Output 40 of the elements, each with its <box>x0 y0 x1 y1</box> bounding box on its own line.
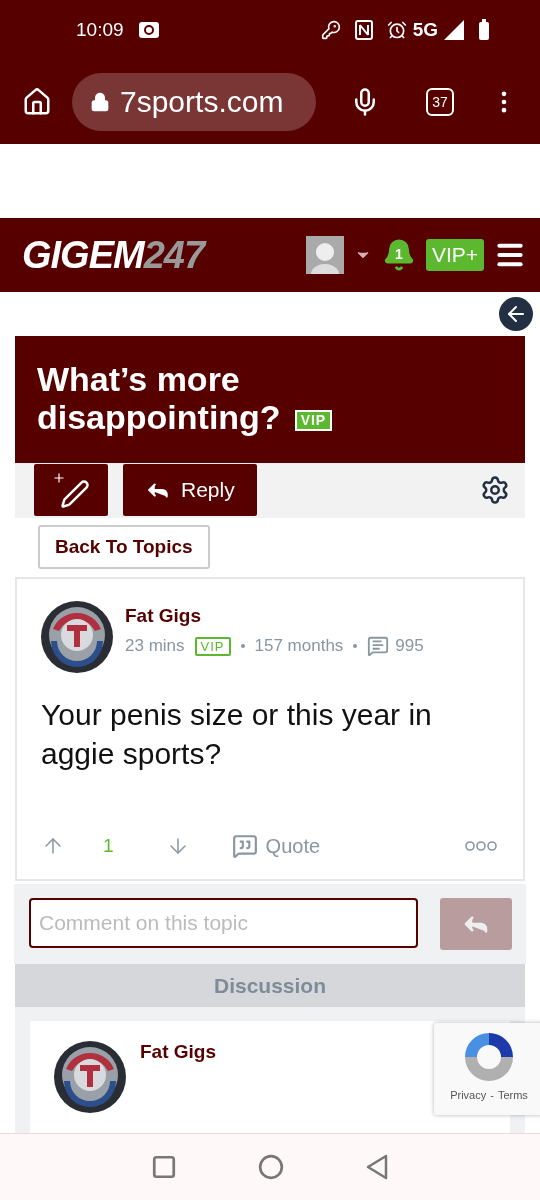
recent-apps-icon[interactable] <box>150 1154 177 1180</box>
quote-icon <box>231 833 258 860</box>
comment-icon <box>367 635 390 658</box>
settings-icon[interactable] <box>480 475 510 506</box>
vip-badge: VIP <box>194 636 231 656</box>
privacy-link[interactable]: Privacy <box>450 1089 487 1101</box>
vote-count: 1 <box>103 835 114 858</box>
post-body: Your penis size or this year in aggie sports? <box>41 697 433 773</box>
home-icon[interactable] <box>22 87 52 117</box>
url-text: 7sports.com <box>120 85 284 119</box>
battery-icon <box>478 19 490 41</box>
nfc-icon <box>354 20 373 40</box>
signal-icon <box>444 20 464 40</box>
tab-count[interactable]: 37 <box>426 88 454 116</box>
link-separator: - <box>490 1089 494 1101</box>
avatar-icon[interactable] <box>305 236 344 274</box>
logo-text[interactable]: GIGEM <box>22 233 144 277</box>
back-button[interactable] <box>499 297 533 332</box>
back-to-topics-button[interactable]: Back To Topics <box>38 525 210 570</box>
more-options-icon[interactable] <box>465 841 497 852</box>
address-bar[interactable]: 7sports.com <box>72 73 316 131</box>
member-tenure: 157 months <box>254 636 344 657</box>
lock-icon <box>90 92 110 112</box>
new-post-button[interactable] <box>34 464 108 517</box>
back-icon[interactable] <box>365 1154 390 1180</box>
clock-time: 10:09 <box>76 19 124 41</box>
comment-field[interactable]: Comment on this topic <box>29 898 418 949</box>
terms-link[interactable]: Terms <box>497 1089 528 1101</box>
post-time: 23 mins <box>125 636 185 657</box>
key-icon <box>320 20 341 40</box>
post-count: 995 <box>395 636 424 657</box>
author-name[interactable]: Fat Gigs <box>140 1041 216 1063</box>
topic-title: What’s more disappointing? VIP <box>37 360 437 437</box>
discussion-heading: Discussion <box>15 964 525 1007</box>
new-post-icon <box>52 471 90 510</box>
reply-button[interactable]: Reply <box>123 464 257 517</box>
network-type: 5G <box>412 19 438 41</box>
screen-record-icon <box>137 21 160 39</box>
alarm-icon <box>386 20 407 40</box>
author-name[interactable]: Fat Gigs <box>125 605 424 628</box>
